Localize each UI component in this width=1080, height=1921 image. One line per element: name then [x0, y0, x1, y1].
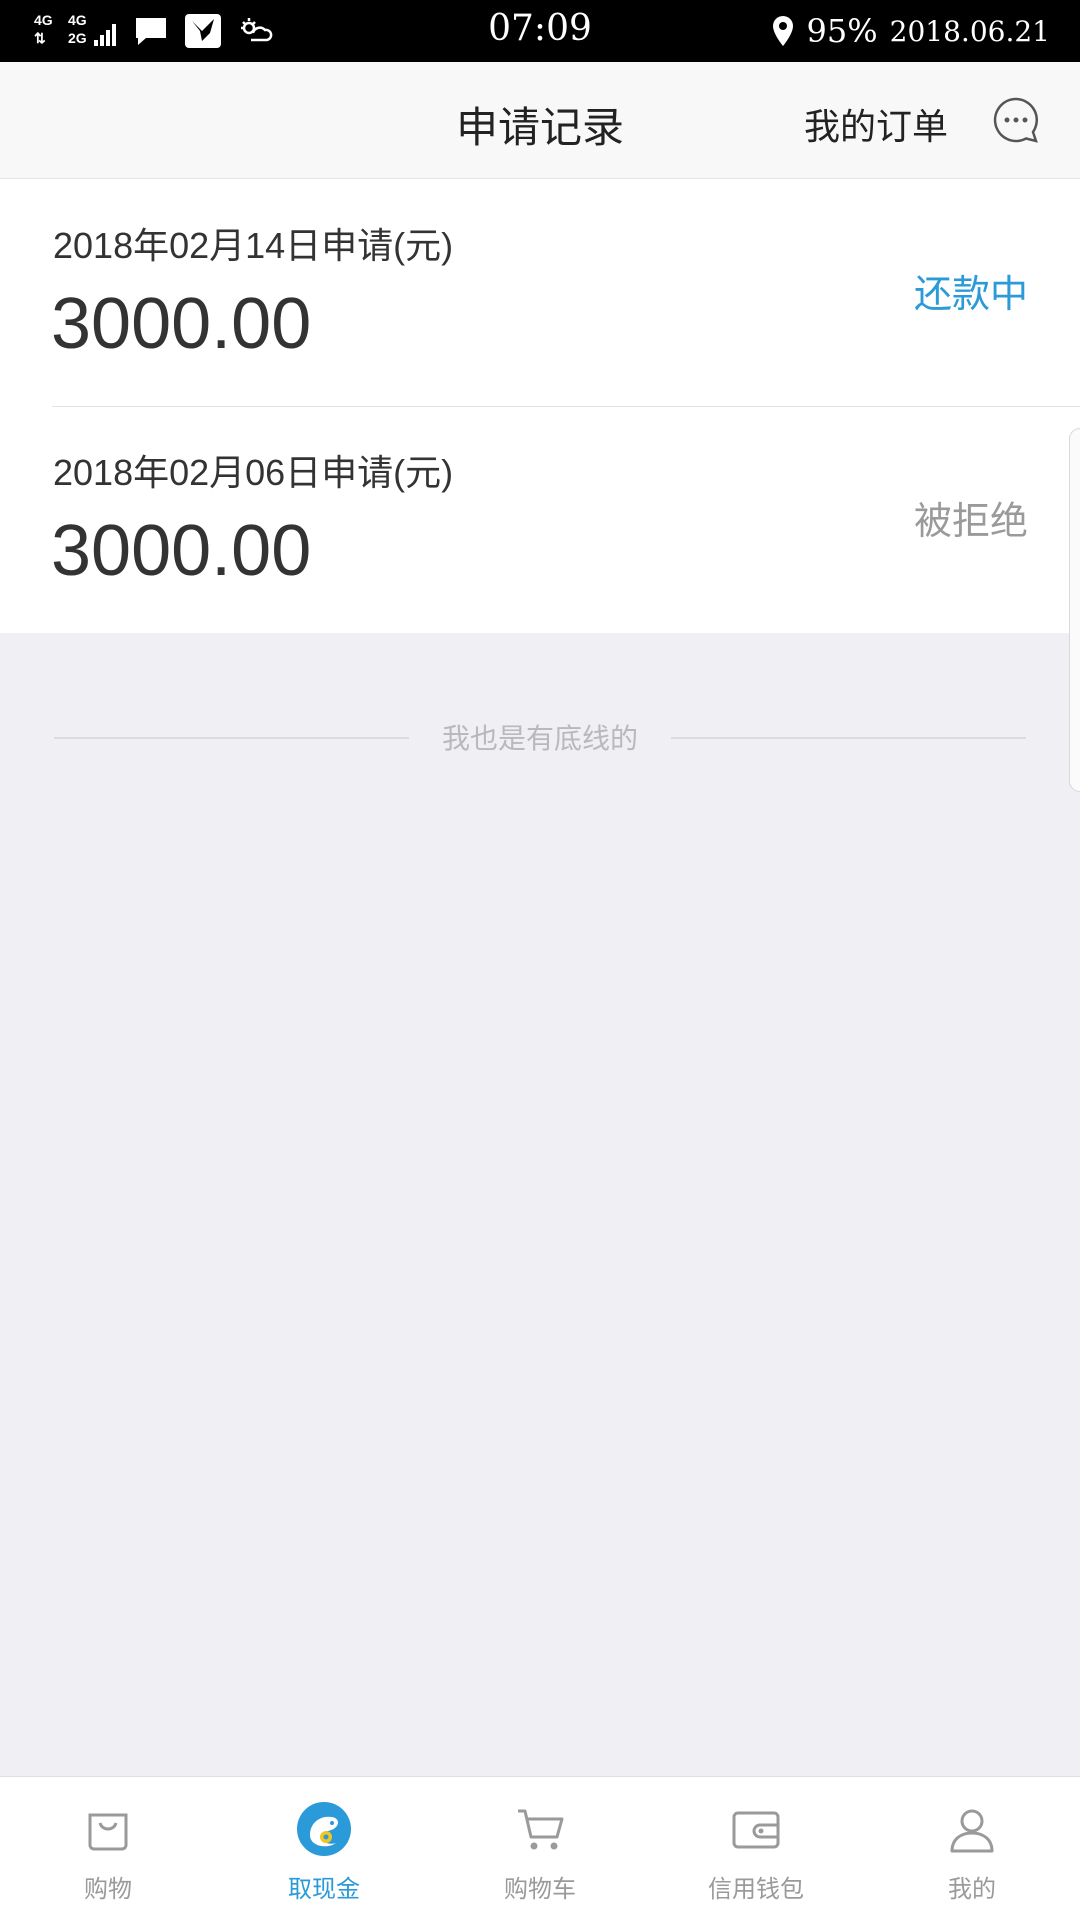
- end-of-list-divider: 我也是有底线的: [54, 715, 1026, 759]
- tab-label: 我的: [948, 1875, 996, 1903]
- tab-label: 购物车: [504, 1875, 576, 1903]
- my-orders-link[interactable]: 我的订单: [804, 98, 948, 150]
- tab-shopping[interactable]: 购物: [0, 1777, 216, 1921]
- battery-level: 95%: [806, 12, 878, 50]
- status-bar: 4G ⇅ 4G 2G 07:09 95% 2018.06.21: [0, 0, 1080, 62]
- application-record-list: 2018年02月14日申请(元) 3000.00 还款中 2018年02月06日…: [0, 179, 1080, 633]
- record-item[interactable]: 2018年02月06日申请(元) 3000.00 被拒绝: [0, 406, 1080, 633]
- tab-mine[interactable]: 我的: [864, 1777, 1080, 1921]
- record-amount: 3000.00: [51, 284, 312, 364]
- tab-credit-wallet[interactable]: 信用钱包: [648, 1777, 864, 1921]
- tab-cart[interactable]: 购物车: [432, 1777, 648, 1921]
- status-date: 2018.06.21: [889, 14, 1050, 48]
- tab-label: 取现金: [288, 1875, 360, 1903]
- record-date: 2018年02月14日申请(元): [53, 225, 454, 266]
- shopping-bag-icon: [88, 1813, 128, 1851]
- side-drawer-handle[interactable]: [1069, 428, 1080, 792]
- message-icon[interactable]: [992, 96, 1040, 144]
- divider-line-right: [671, 737, 1026, 739]
- record-item[interactable]: 2018年02月14日申请(元) 3000.00 还款中: [0, 179, 1080, 406]
- tab-get-cash[interactable]: 取现金: [216, 1777, 432, 1921]
- wallet-icon: [732, 1811, 780, 1849]
- cash-icon: [297, 1802, 351, 1856]
- tab-label: 信用钱包: [708, 1875, 804, 1903]
- location-pin-icon: [772, 16, 793, 46]
- status-right: 95% 2018.06.21: [771, 10, 1050, 52]
- cart-icon: [518, 1809, 564, 1850]
- record-amount: 3000.00: [51, 511, 312, 591]
- record-status-rejected: 被拒绝: [913, 499, 1028, 543]
- record-date: 2018年02月06日申请(元): [53, 452, 454, 493]
- record-status-repaying: 还款中: [913, 272, 1028, 316]
- nav-header: 申请记录 我的订单: [0, 62, 1080, 179]
- tab-label: 购物: [84, 1875, 132, 1903]
- bottom-tab-bar: 购物 取现金 购物车 信用钱包 我的: [0, 1776, 1080, 1921]
- user-icon: [950, 1809, 994, 1853]
